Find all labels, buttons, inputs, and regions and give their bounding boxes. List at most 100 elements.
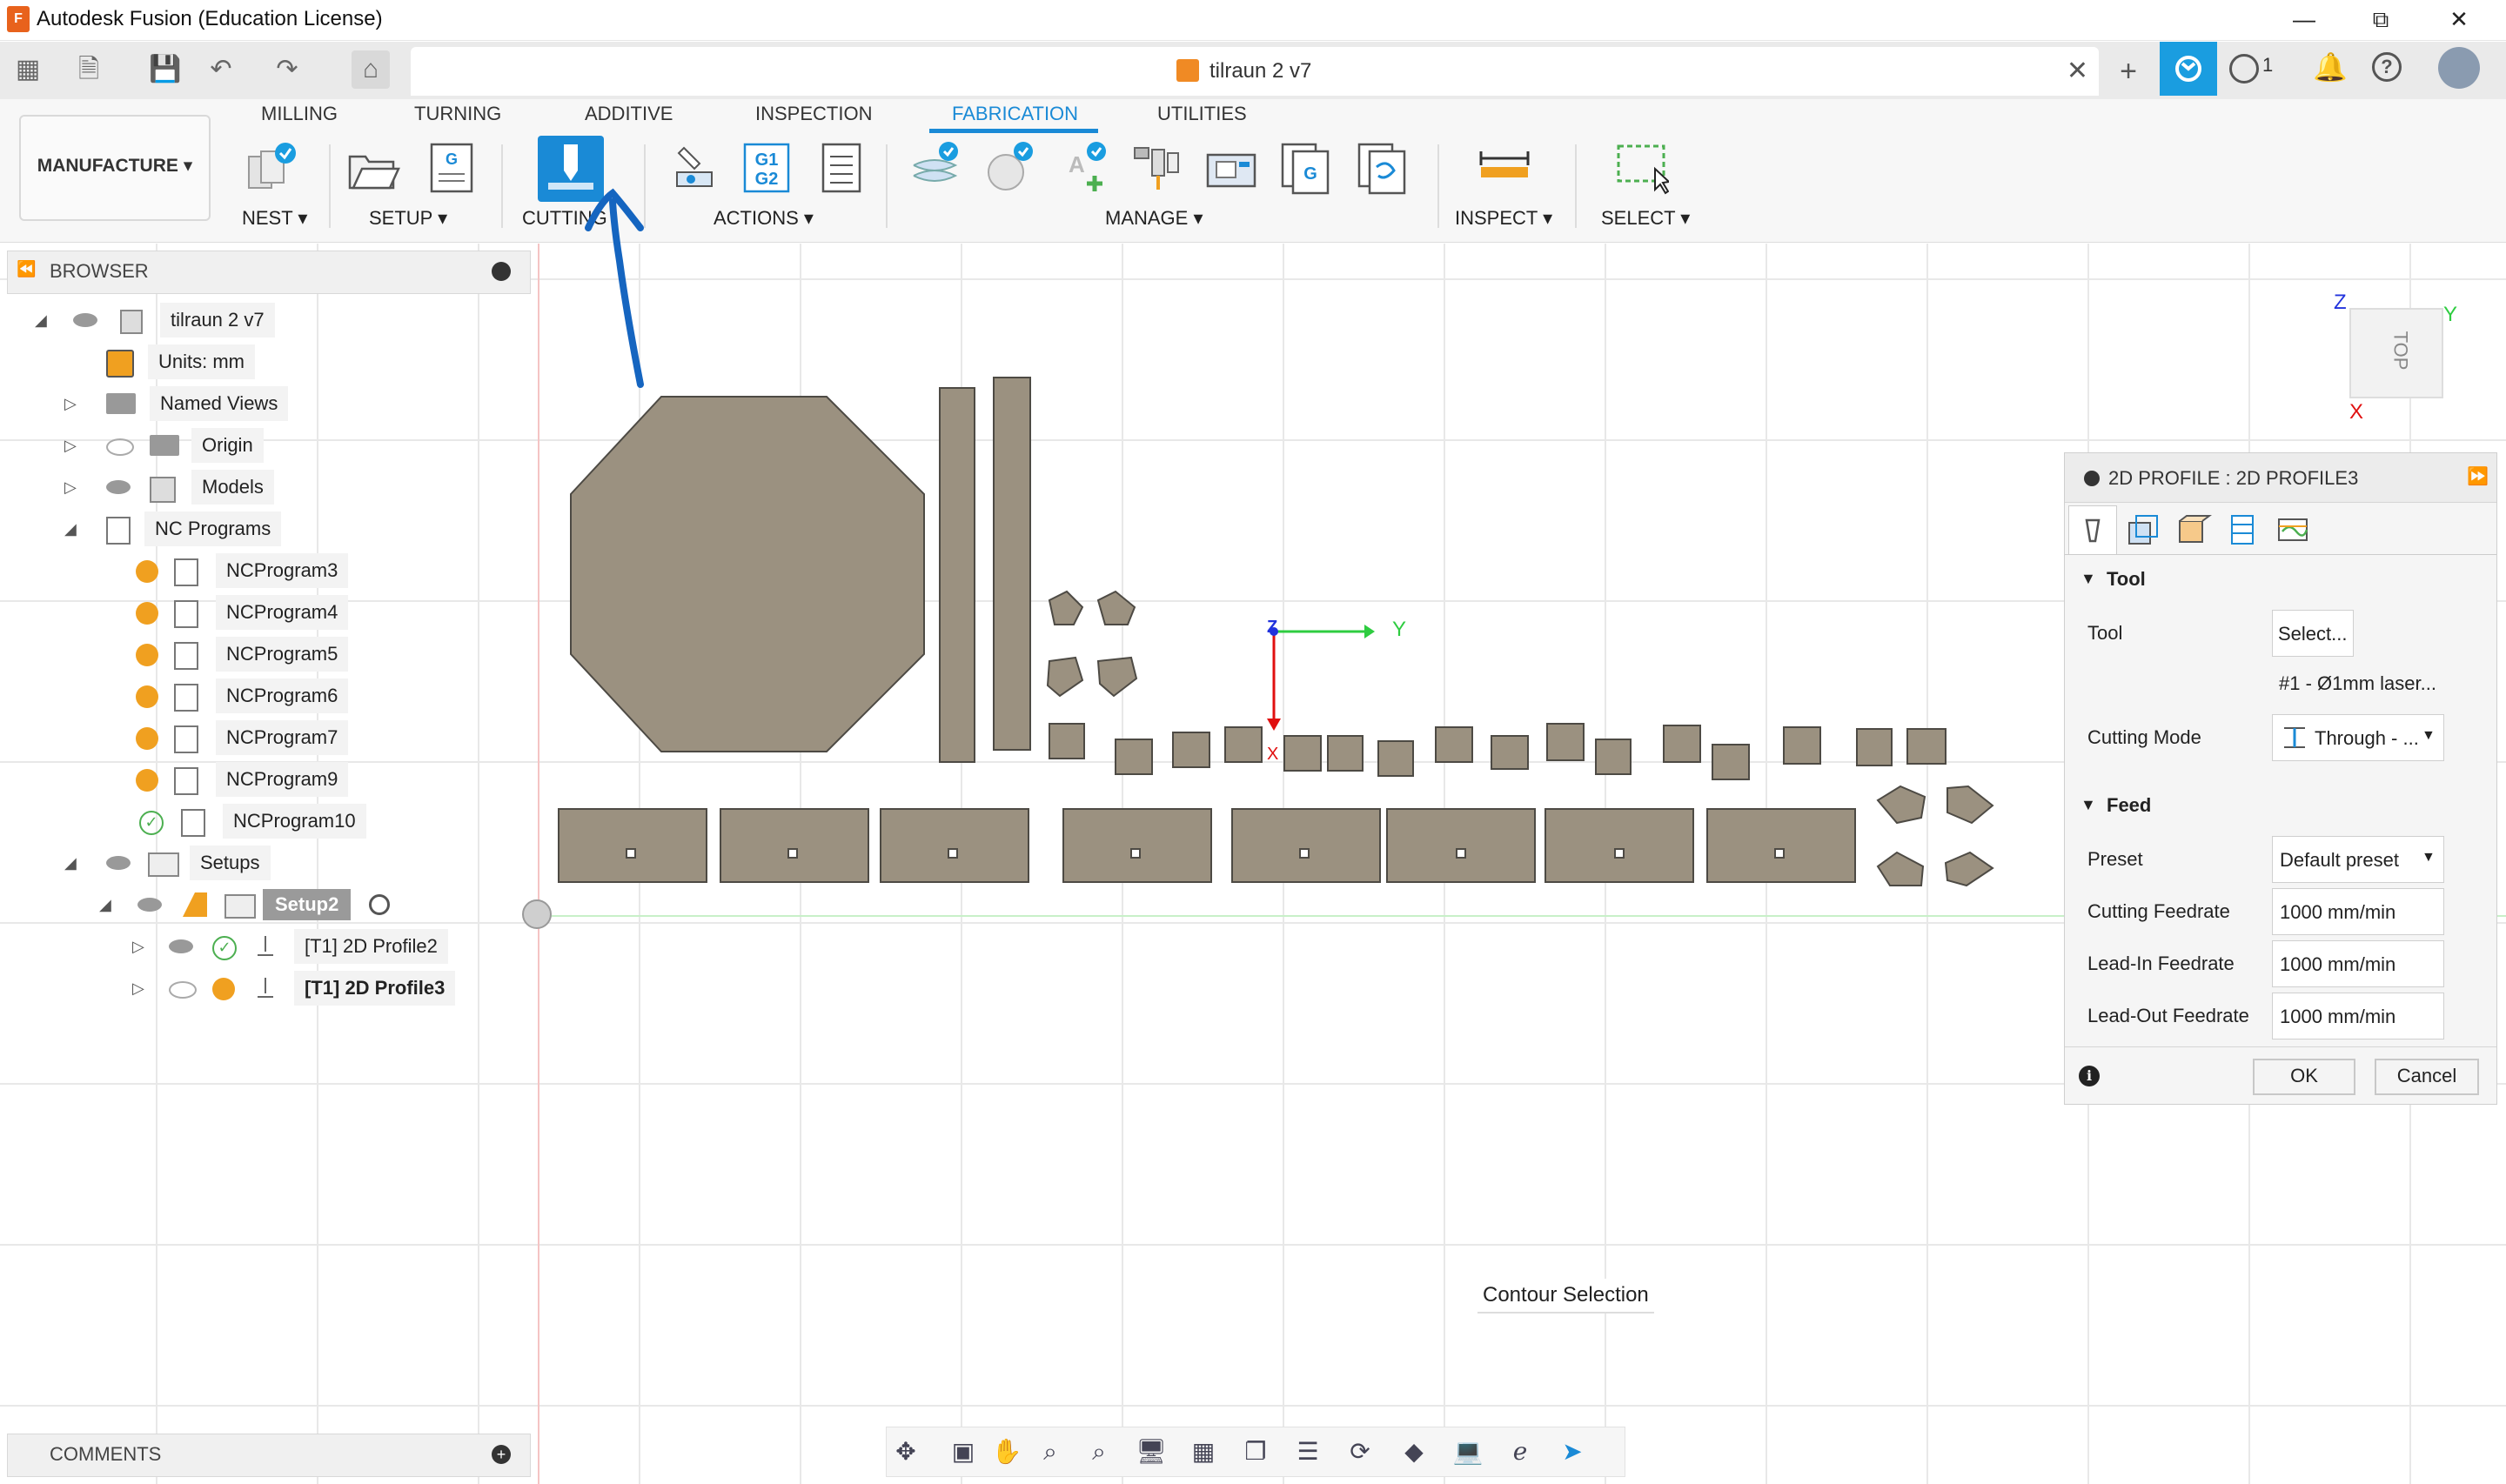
cancel-button[interactable]: Cancel [2375,1059,2479,1095]
viewcube-x-label: X [2349,400,2364,424]
browser-title: BROWSER [50,260,149,282]
nc-program-icon [181,809,205,837]
tree-item-label: [T1] 2D Profile3 [294,971,456,1006]
tree-item-label: [T1] 2D Profile2 [294,929,448,964]
through-cut-icon [2281,725,2308,751]
expand-triangle-icon[interactable]: ▷ [64,386,77,421]
rotate-view-icon[interactable]: ⟳ [1344,1436,1376,1467]
tree-item-label: Models [191,470,274,505]
hidden-eye-icon[interactable] [106,438,134,456]
grid-settings-icon[interactable]: ▦ [1188,1436,1219,1467]
collapse-triangle-icon[interactable]: ◢ [99,887,111,922]
info-icon[interactable]: i [2079,1066,2100,1086]
comments-bar[interactable]: COMMENTS + [7,1434,531,1477]
dialog-collapse-icon[interactable] [2084,471,2100,486]
tab-geometry[interactable] [2119,505,2168,554]
collapse-triangle-icon[interactable]: ◢ [64,846,77,880]
machine-display-icon[interactable]: 💻 [1452,1436,1484,1467]
orbit-move-icon[interactable]: ✥ [890,1436,921,1467]
tree-item-label: Setups [190,846,271,880]
annotation-arrow-cutting [585,188,644,388]
tree-item-label: Origin [191,428,264,463]
add-comment-icon[interactable]: + [492,1445,511,1464]
leadin-feedrate-label: Lead-In Feedrate [2087,953,2235,974]
contour-selection-tooltip: Contour Selection [1477,1279,1654,1314]
collapse-triangle-icon[interactable]: ◢ [35,303,47,338]
visibility-eye-icon[interactable] [106,480,131,494]
tool-display-icon[interactable]: ℯ [1504,1436,1536,1467]
leadout-feedrate-label: Lead-Out Feedrate [2087,1005,2249,1026]
preset-select[interactable]: Default preset [2272,836,2444,883]
stock-display-icon[interactable]: ◆ [1398,1436,1430,1467]
view-cube[interactable]: TOP [2349,308,2443,398]
tab-divider [2065,554,2496,555]
browser-minimize-icon[interactable] [492,262,511,281]
viewports-icon[interactable]: ❐ [1240,1436,1271,1467]
visibility-eye-icon[interactable] [106,856,131,870]
tab-tool[interactable] [2068,505,2117,555]
component-icon [120,310,143,334]
warning-status-icon [136,727,158,750]
triad-y-label: Y [1392,618,1407,641]
layers-icon[interactable]: ☰ [1292,1436,1323,1467]
nc-program-icon [174,642,198,670]
joint-part [1856,728,1893,766]
visibility-eye-icon[interactable] [73,313,97,327]
tree-item-label: NC Programs [144,511,282,546]
navigation-bar: ✥ ▣ ✋ ⌕ ⌕ 🖥 ▦ ❐ ☰ ⟳ ◆ 💻 ℯ ➤ [886,1427,1625,1477]
expand-triangle-icon[interactable]: ▷ [132,971,144,1006]
ok-button[interactable]: OK [2253,1059,2355,1095]
cutting-feedrate-input[interactable]: 1000 mm/min [2272,888,2444,935]
leadin-feedrate-input[interactable]: 1000 mm/min [2272,940,2444,987]
tool-label: Tool [2087,622,2123,644]
strip-part [993,377,1031,751]
nc-program-icon [174,725,198,753]
ok-check-icon: ✓ [212,936,237,960]
expand-triangle-icon[interactable]: ▷ [64,428,77,463]
collapse-section-icon[interactable]: ▼ [2081,570,2096,588]
tab-linking[interactable] [2268,505,2317,554]
strip-part [939,387,975,763]
toolpath-display-icon[interactable]: ➤ [1557,1436,1588,1467]
collapse-browser-icon[interactable]: ⏪ [17,260,36,278]
zoom-icon[interactable]: ⌕ [1035,1436,1066,1467]
preset-label: Preset [2087,848,2143,870]
expand-dialog-icon[interactable]: ⏩ [2467,465,2489,487]
tool-select-button[interactable]: Select... [2272,610,2354,657]
setup-warning-icon [183,892,207,917]
rect-part [1062,808,1212,883]
active-setup-radio-icon[interactable] [369,894,390,915]
pan-hand-icon[interactable]: ✋ [991,1436,1022,1467]
tab-heights[interactable] [2168,505,2216,554]
display-settings-icon[interactable]: 🖥 [1136,1436,1167,1467]
joint-part [1049,723,1085,759]
document-settings-icon [106,350,134,378]
nc-program-icon [174,558,198,586]
visibility-eye-icon[interactable] [169,939,193,953]
expand-triangle-icon[interactable]: ▷ [64,470,77,505]
hidden-eye-icon[interactable] [169,981,197,999]
tool-section-title: Tool [2107,568,2146,590]
browser-header[interactable]: ⏪ BROWSER [7,251,531,294]
joint-part [1595,739,1632,775]
collapse-triangle-icon[interactable]: ◢ [64,511,77,546]
profile-operation-icon [256,976,275,1000]
folder-icon [150,435,179,456]
nc-program-icon [174,600,198,628]
joint-part [1712,744,1750,780]
expand-triangle-icon[interactable]: ▷ [132,929,144,964]
tree-item-label: tilraun 2 v7 [160,303,275,338]
chevron-down-icon: ▼ [2422,850,2436,865]
collapse-section-icon[interactable]: ▼ [2081,796,2096,814]
feed-section-title: Feed [2107,794,2152,816]
tab-passes[interactable] [2218,505,2267,554]
cutting-mode-label: Cutting Mode [2087,726,2201,748]
footer-divider [2065,1046,2496,1047]
look-at-icon[interactable]: ▣ [948,1436,979,1467]
nc-program-icon [174,767,198,795]
visibility-eye-icon[interactable] [137,898,162,912]
fit-zoom-icon[interactable]: ⌕ [1083,1436,1115,1467]
leadout-feedrate-input[interactable]: 1000 mm/min [2272,993,2444,1039]
pivot-marker-icon[interactable] [522,899,552,929]
rect-part [558,808,707,883]
